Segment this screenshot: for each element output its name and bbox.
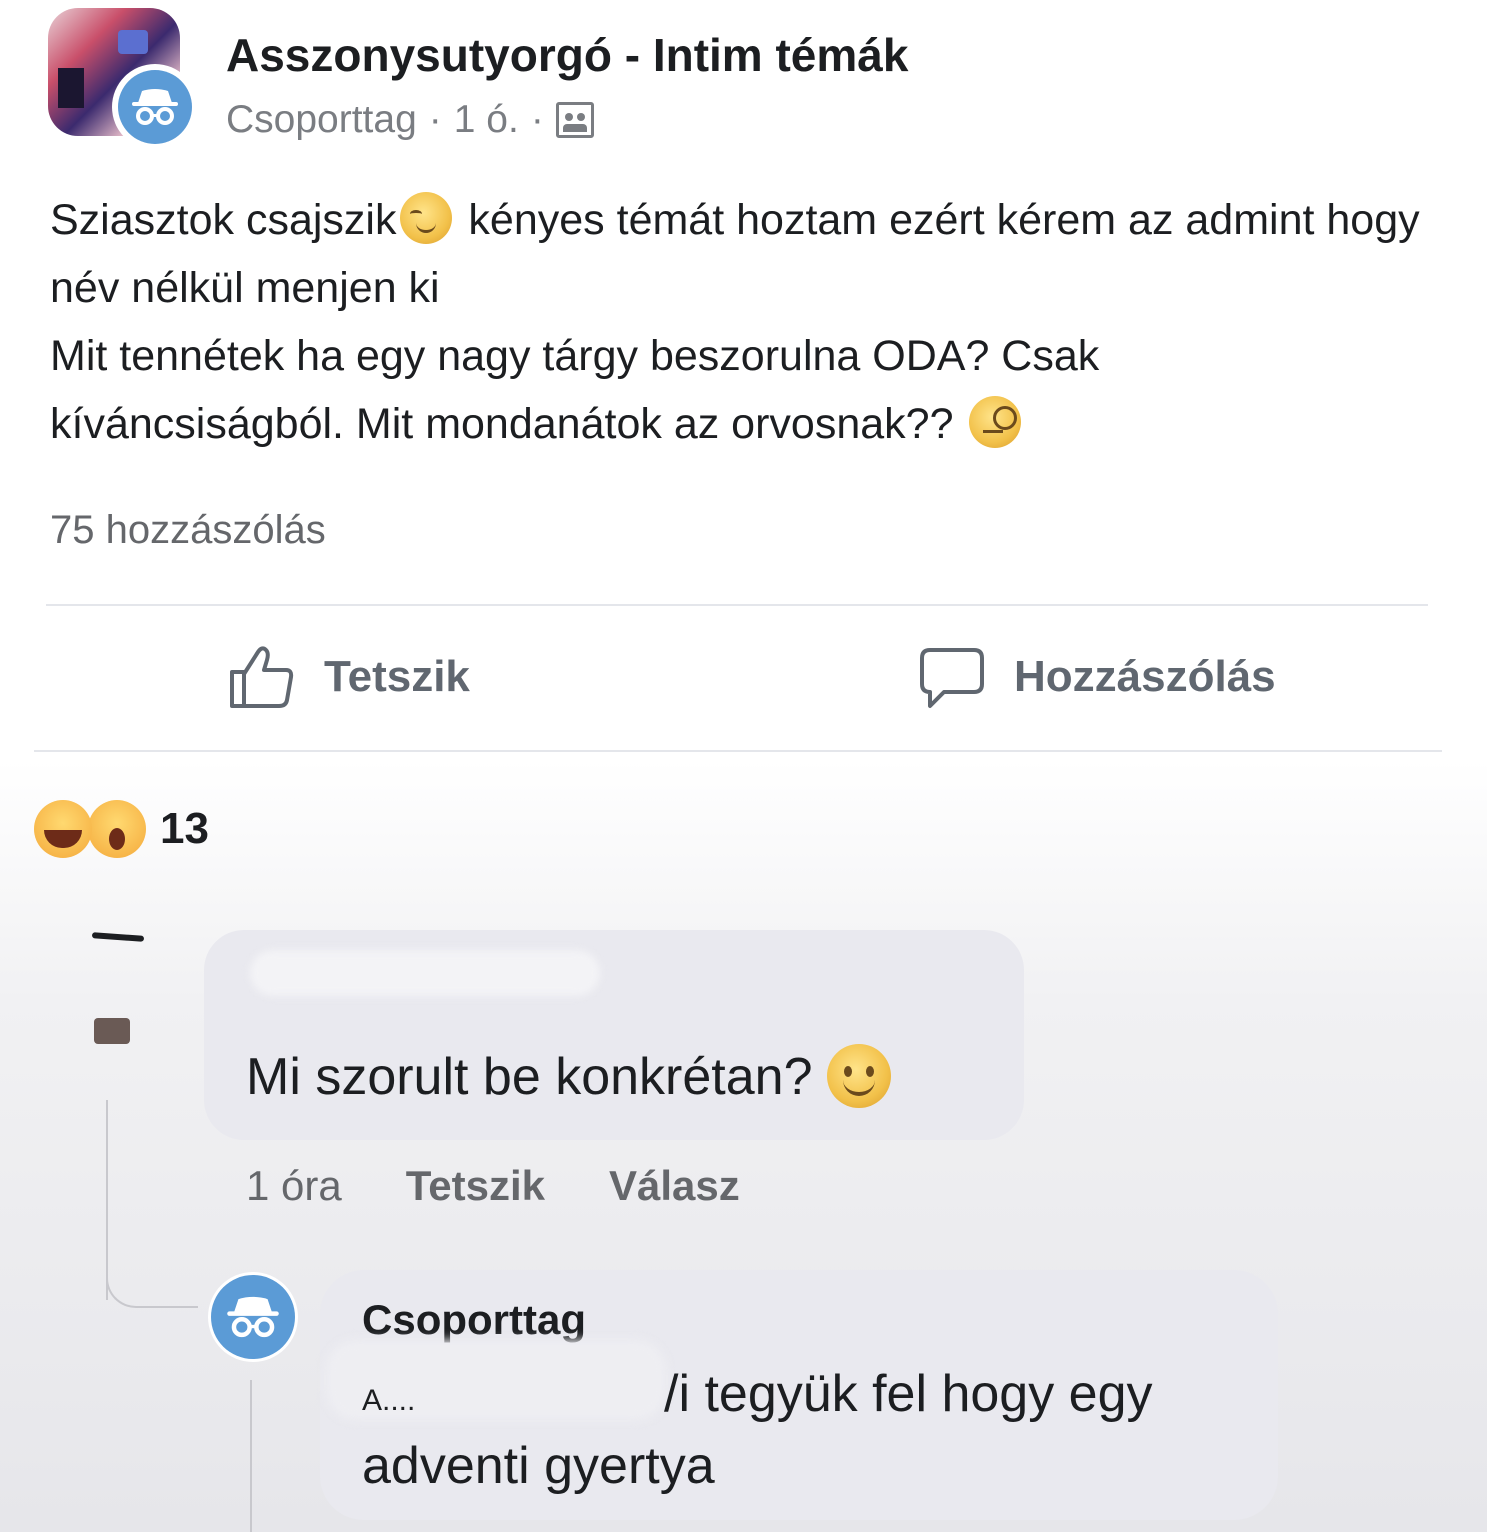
comment-time[interactable]: 1 óra	[246, 1162, 342, 1210]
separator: ·	[530, 98, 544, 141]
reactions-summary[interactable]: 13	[34, 800, 209, 858]
reply-text-line1: /i tegyük fel hogy egy	[664, 1365, 1153, 1423]
comment-label: Hozzászólás	[1014, 652, 1276, 701]
post-time[interactable]: 1 ó.	[454, 98, 519, 142]
anonymous-avatar-badge	[112, 64, 198, 150]
monocle-emoji-icon	[969, 396, 1022, 448]
reply-author[interactable]: Csoporttag	[362, 1296, 586, 1344]
cropped-avatar-fragment	[91, 932, 145, 942]
divider	[34, 750, 1442, 752]
incognito-icon	[211, 1275, 295, 1359]
author-label[interactable]: Csoporttag	[226, 98, 417, 142]
reply-prefix: A....	[362, 1384, 416, 1417]
reaction-count: 13	[160, 804, 209, 853]
post-text-line3: Mit tennétek ha egy nagy tárgy beszoruln…	[50, 332, 1100, 380]
like-label: Tetszik	[324, 652, 470, 701]
cropped-avatar-fragment	[94, 1018, 130, 1044]
comment-text-content: Mi szorult be konkrétan?	[246, 1048, 813, 1106]
haha-reaction-icon	[34, 800, 92, 858]
blushing-emoji-icon	[400, 192, 453, 244]
thread-line	[250, 1380, 252, 1532]
thread-connector	[106, 1256, 198, 1308]
comment-bubble-icon	[920, 648, 984, 708]
comment-like-button[interactable]: Tetszik	[406, 1162, 545, 1210]
smile-emoji-icon	[826, 1044, 891, 1108]
comment-actions: 1 óra Tetszik Válasz	[246, 1162, 740, 1210]
reply-text-line2: adventi gyertya	[362, 1437, 715, 1495]
incognito-icon	[118, 70, 192, 144]
post-body: Sziasztok csajszik kényes témát hoztam e…	[50, 186, 1440, 458]
reply-avatar[interactable]	[208, 1272, 298, 1362]
separator: ·	[428, 98, 442, 141]
divider	[46, 604, 1428, 606]
comment-text: Mi szorult be konkrétan?	[246, 1044, 895, 1108]
comment-count[interactable]: 75 hozzászólás	[50, 508, 326, 553]
group-name[interactable]: Asszonysutyorgó - Intim témák	[226, 28, 908, 82]
post-meta: Csoporttag · 1 ó. ·	[226, 98, 594, 142]
post-text-line4: kíváncsiságból. Mit mondanátok az orvosn…	[50, 400, 954, 448]
post-text-part1: Sziasztok csajszik	[50, 196, 397, 244]
thumbs-up-icon	[230, 646, 294, 708]
comment-reply-button[interactable]: Válasz	[609, 1162, 740, 1210]
group-privacy-icon	[555, 102, 594, 138]
comment-button[interactable]: Hozzászólás	[918, 644, 1276, 710]
wow-reaction-icon	[88, 800, 146, 858]
like-button[interactable]: Tetszik	[228, 644, 470, 710]
redacted-author-name	[250, 950, 600, 996]
